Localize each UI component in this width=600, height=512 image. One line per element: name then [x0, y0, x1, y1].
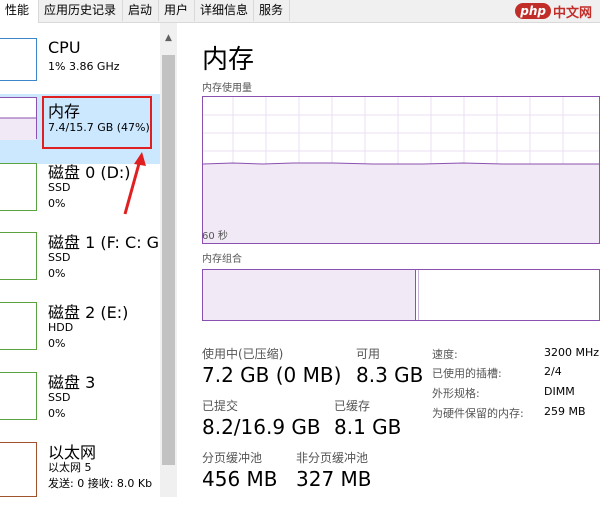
tab-bar: 性能 应用历史记录 启动 用户 详细信息 服务 php 中文网: [0, 0, 600, 23]
tab-startup[interactable]: 启动: [123, 0, 159, 21]
composition-in-use-segment: [203, 270, 416, 320]
disk-thumbnail-graph: [0, 232, 37, 280]
disk-thumbnail-graph: [0, 302, 37, 350]
time-range-label: 60 秒: [202, 231, 228, 242]
tab-label: 用户: [164, 3, 189, 17]
page-title: 内存: [202, 45, 255, 75]
tab-label: 启动: [128, 3, 153, 17]
form-factor-value: DIMM: [544, 385, 575, 398]
sidebar-scrollbar[interactable]: ▲: [160, 23, 177, 497]
sidebar-item-ethernet[interactable]: 以太网 以太网 5 发送: 0 接收: 8.0 Kb: [0, 442, 160, 512]
ethernet-thumbnail-graph: [0, 442, 37, 497]
sidebar-item-title: CPU: [48, 38, 81, 57]
memory-usage-label: 内存使用量: [202, 83, 252, 94]
committed-label: 已提交: [202, 399, 239, 413]
sidebar-item-usage: 0%: [48, 267, 66, 280]
sidebar-item-type: HDD: [48, 321, 74, 334]
tab-details[interactable]: 详细信息: [195, 0, 254, 21]
disk-thumbnail-graph: [0, 372, 37, 420]
memory-thumbnail-line: [0, 117, 36, 140]
scrollbar-thumb[interactable]: [162, 55, 175, 465]
sidebar-item-usage: 0%: [48, 197, 66, 210]
sidebar-item-disk-1[interactable]: 磁盘 1 (F: C: G: SSD 0%: [0, 232, 164, 302]
sidebar-item-usage: 0%: [48, 407, 66, 420]
hardware-reserved-label: 为硬件保留的内存:: [432, 407, 524, 420]
sidebar-item-type: SSD: [48, 251, 71, 264]
memory-composition-bar: [202, 269, 600, 321]
sidebar-item-disk-3[interactable]: 磁盘 3 SSD 0%: [0, 372, 160, 442]
tab-app-history[interactable]: 应用历史记录: [39, 0, 123, 21]
watermark-logo: php 中文网: [515, 1, 592, 21]
sidebar-item-type: SSD: [48, 391, 71, 404]
tab-users[interactable]: 用户: [159, 0, 195, 21]
tab-performance[interactable]: 性能: [0, 0, 39, 23]
speed-label: 速度:: [432, 348, 458, 361]
cached-value: 8.1 GB: [334, 415, 402, 439]
tab-label: 性能: [5, 3, 30, 17]
slots-used-value: 2/4: [544, 365, 562, 378]
sidebar-item-cpu[interactable]: CPU 1% 3.86 GHz: [0, 23, 160, 93]
speed-value: 3200 MHz: [544, 346, 600, 359]
watermark-text: 中文网: [552, 5, 592, 21]
sidebar-item-usage: 0%: [48, 337, 66, 350]
memory-thumbnail-graph: [0, 97, 37, 140]
sidebar-item-detail: 1% 3.86 GHz: [48, 60, 120, 73]
annotation-arrow-icon: [123, 152, 146, 215]
in-use-label: 使用中(已压缩): [202, 347, 284, 361]
memory-details-panel: 内存 内存使用量 60 秒 内存组合 使用中(已压缩) 7.2 GB (0 MB…: [178, 23, 600, 497]
memory-composition-label: 内存组合: [202, 254, 242, 265]
sidebar-item-adapter: 以太网 5: [48, 461, 92, 474]
nonpaged-pool-label: 非分页缓冲池: [296, 451, 369, 465]
nonpaged-pool-value: 327 MB: [296, 467, 372, 491]
watermark-badge: php: [515, 3, 551, 19]
form-factor-label: 外形规格:: [432, 387, 480, 400]
tab-label: 服务: [259, 3, 284, 17]
available-label: 可用: [356, 347, 381, 361]
cached-label: 已缓存: [334, 399, 371, 413]
composition-modified-segment: [415, 270, 419, 320]
hardware-reserved-value: 259 MB: [544, 405, 586, 418]
available-value: 8.3 GB: [356, 363, 424, 387]
disk-thumbnail-graph: [0, 163, 37, 211]
tab-label: 应用历史记录: [44, 3, 117, 17]
memory-usage-chart: [202, 97, 599, 243]
sidebar-item-throughput: 发送: 0 接收: 8.0 Kb: [48, 477, 153, 490]
paged-pool-value: 456 MB: [202, 467, 278, 491]
memory-usage-graph: [202, 96, 600, 244]
in-use-value: 7.2 GB (0 MB): [202, 363, 342, 387]
annotation-highlight-box: [42, 96, 152, 149]
cpu-thumbnail-graph: [0, 38, 37, 81]
sidebar-item-type: SSD: [48, 181, 71, 194]
tab-label: 详细信息: [200, 3, 249, 17]
slots-used-label: 已使用的插槽:: [432, 367, 502, 380]
resource-list: CPU 1% 3.86 GHz 内存 7.4/15.7 GB (47%) 磁盘 …: [0, 23, 164, 497]
scroll-up-icon[interactable]: ▲: [160, 31, 177, 45]
paged-pool-label: 分页缓冲池: [202, 451, 263, 465]
sidebar-item-disk-2[interactable]: 磁盘 2 (E:) HDD 0%: [0, 302, 160, 372]
tab-services[interactable]: 服务: [254, 0, 290, 21]
committed-value: 8.2/16.9 GB: [202, 415, 321, 439]
